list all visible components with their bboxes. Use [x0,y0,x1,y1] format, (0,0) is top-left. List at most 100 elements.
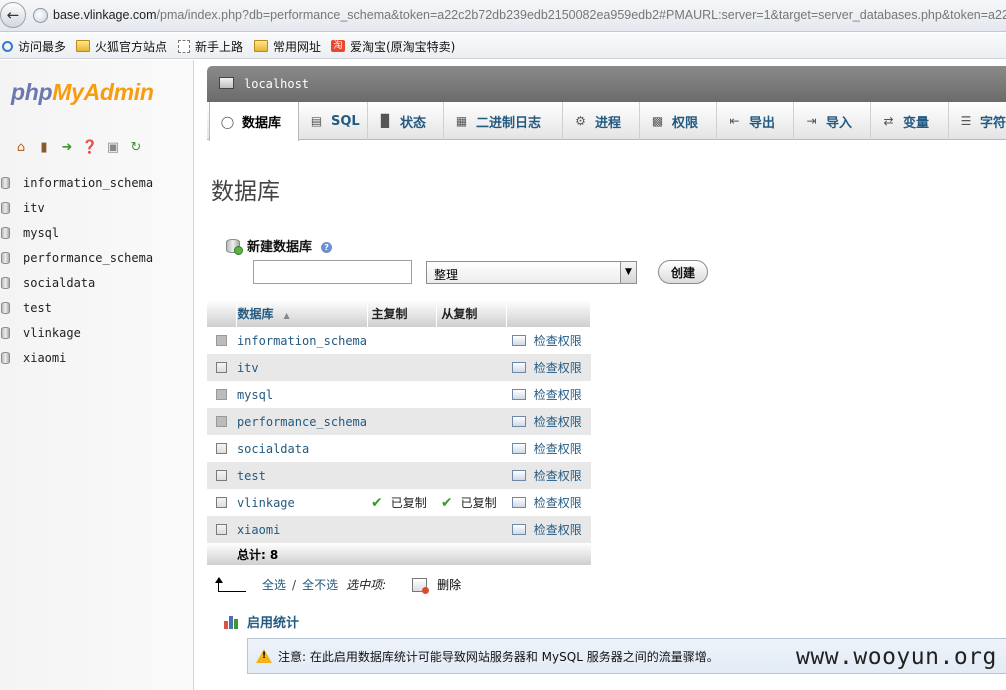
url-field[interactable]: base.vlinkage.com/pma/index.php?db=perfo… [53,8,1006,22]
bookmark-getting-started[interactable]: 新手上路 [178,38,243,54]
reload-icon[interactable]: ↻ [127,140,145,156]
bookmark-ai-taobao[interactable]: 淘爱淘宝(原淘宝特卖) [331,38,455,54]
query-window-icon[interactable]: ➜ [58,140,76,156]
bookmark-common-sites[interactable]: 常用网址 [254,38,321,54]
row-checkbox[interactable] [216,443,227,454]
help-icon[interactable]: ? [321,241,333,253]
help-icon[interactable]: ❓ [81,140,99,156]
check-privileges-link[interactable]: 检查权限 [507,521,591,538]
row-privileges: 检查权限 [507,327,591,354]
nav-db-mysql[interactable]: mysql [0,220,194,245]
row-checkbox[interactable] [216,470,227,481]
tab-sql[interactable]: ▤ SQL [299,102,368,140]
database-icon [1,326,10,339]
logout-icon[interactable]: ▮ [35,140,53,156]
database-link[interactable]: mysql [237,388,273,402]
nav-db-label: mysql [23,225,60,240]
database-link[interactable]: performance_schema [237,415,367,429]
delete-button[interactable]: 删除 [437,576,461,593]
globe-icon [33,8,48,23]
check-all-link[interactable]: 全选 [262,576,286,593]
enable-statistics[interactable]: 启用统计 [224,612,299,631]
row-checkbox [216,389,227,400]
row-checkbox [216,335,227,346]
delete-icon[interactable] [412,577,430,594]
check-privileges-link[interactable]: 检查权限 [507,440,591,457]
database-icon [1,351,10,364]
tab-processes[interactable]: ⚙ 进程 [563,102,640,140]
database-link[interactable]: information_schema [237,334,367,348]
database-icon [1,251,10,264]
row-checkbox-cell [207,489,237,516]
row-checkbox-cell [207,516,237,543]
database-name-input[interactable] [253,260,412,284]
nav-db-information-schema[interactable]: information_schema [0,170,194,195]
tab-status[interactable]: ▉ 状态 [368,102,444,140]
with-selected-label: 选中项: [346,578,387,592]
tab-databases[interactable]: ◯ 数据库 [209,102,299,141]
nav-db-socialdata[interactable]: socialdata [0,270,194,295]
enable-statistics-label: 启用统计 [247,616,300,631]
page-icon [178,39,190,53]
privileges-icon [511,443,526,454]
collation-select[interactable]: 整理 ▼ [426,261,637,284]
uncheck-all-link[interactable]: 全不选 [302,576,338,593]
check-privileges-link[interactable]: 检查权限 [507,359,591,376]
notice-text: 注意: 在此启用数据库统计可能导致网站服务器和 MySQL 服务器之间的流量骤增… [278,649,719,664]
check-privileges-link[interactable]: 检查权限 [507,332,591,349]
database-link[interactable]: itv [237,361,259,375]
server-link[interactable]: localhost [244,77,309,91]
row-checkbox[interactable] [216,497,227,508]
tab-variables[interactable]: ⇄ 变量 [871,102,949,140]
nav-db-performance-schema[interactable]: performance_schema [0,245,194,270]
bookmark-most-visited[interactable]: 访问最多 [2,38,66,54]
check-privileges-label: 检查权限 [533,523,582,537]
database-link[interactable]: xiaomi [237,523,280,537]
tab-charsets[interactable]: ☰ 字符 [949,102,1006,140]
check-privileges-link[interactable]: 检查权限 [507,386,591,403]
check-privileges-link[interactable]: 检查权限 [507,467,591,484]
tab-binary-log[interactable]: ▦ 二进制日志 [444,102,563,140]
row-checkbox-cell [207,435,237,462]
phpmyadmin-logo[interactable]: phpMyAdmin [11,79,154,106]
row-database-name: socialdata [237,435,367,462]
row-master [367,327,437,354]
check-privileges-link[interactable]: 检查权限 [507,494,591,511]
nav-db-xiaomi[interactable]: xiaomi [0,345,194,370]
table-row: information_schema 检查权限 [207,327,591,354]
tab-import[interactable]: ⇥ 导入 [794,102,871,140]
tab-label: SQL [331,113,360,129]
tab-export[interactable]: ⇤ 导出 [717,102,794,140]
nav-db-vlinkage[interactable]: vlinkage [0,320,194,345]
header-database[interactable]: 数据库 ▲ [236,300,368,327]
database-icon: ◯ [220,114,235,129]
header-actions [506,300,591,327]
tab-privileges[interactable]: ▩ 权限 [640,102,717,140]
docs-icon[interactable]: ▣ [104,140,122,156]
bookmark-firefox-official[interactable]: 火狐官方站点 [76,38,167,54]
database-link[interactable]: test [237,469,266,483]
nav-db-itv[interactable]: itv [0,195,194,220]
variables-icon: ⇄ [883,114,894,128]
check-privileges-link[interactable]: 检查权限 [507,413,591,430]
row-master [367,381,437,408]
create-button[interactable]: 创建 [658,260,708,284]
tab-label: 状态 [400,115,427,131]
slave-replicated: ✔ 已复制 [437,494,507,511]
row-checkbox[interactable] [216,362,227,373]
bookmark-label: 爱淘宝(原淘宝特卖) [350,39,456,54]
row-checkbox[interactable] [216,524,227,535]
import-icon: ⇥ [806,114,817,128]
row-master [367,516,437,543]
nav-db-label: socialdata [23,275,96,290]
back-button[interactable]: ← [0,2,26,28]
database-link[interactable]: socialdata [237,442,309,456]
row-privileges: 检查权限 [507,516,591,543]
tab-label: 权限 [672,115,699,131]
row-master [367,408,437,435]
database-link[interactable]: vlinkage [237,496,295,510]
home-icon[interactable]: ⌂ [12,140,30,156]
row-master [367,462,437,489]
nav-db-test[interactable]: test [0,295,194,320]
nav-db-label: test [23,300,52,315]
